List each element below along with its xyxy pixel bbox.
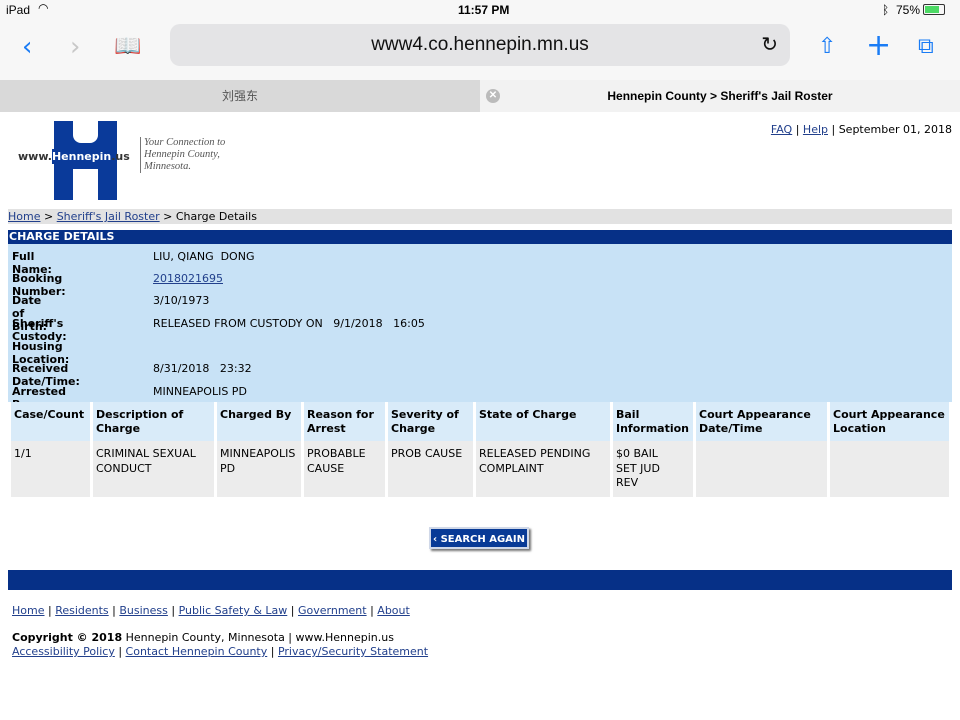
cell: PROBABLE CAUSE: [304, 441, 385, 497]
footer-link-residents[interactable]: Residents: [55, 604, 108, 617]
footer-policy-links: Accessibility Policy | Contact Hennepin …: [12, 645, 429, 658]
footer-bar: [8, 570, 952, 590]
col-header: Bail Information: [613, 402, 693, 441]
tab-inactive[interactable]: 刘强东: [0, 80, 480, 112]
breadcrumb: Home > Sheriff's Jail Roster > Charge De…: [8, 209, 952, 224]
cell: MINNEAPOLIS PD: [217, 441, 301, 497]
cell: RELEASED PENDING COMPLAINT: [476, 441, 610, 497]
cell: CRIMINAL SEXUAL CONDUCT: [93, 441, 214, 497]
current-date: September 01, 2018: [838, 123, 952, 136]
breadcrumb-home[interactable]: Home: [8, 210, 40, 223]
section-title: CHARGE DETAILS: [8, 230, 952, 244]
col-header: Description of Charge: [93, 402, 214, 441]
share-icon[interactable]: ⇧: [818, 34, 836, 59]
cell: [830, 441, 949, 497]
bookmarks-icon[interactable]: 📖: [114, 34, 141, 59]
footer-link-home[interactable]: Home: [12, 604, 44, 617]
breadcrumb-roster[interactable]: Sheriff's Jail Roster: [57, 210, 160, 223]
tabs-icon[interactable]: ⧉: [918, 34, 934, 59]
back-icon[interactable]: ‹: [22, 32, 32, 62]
tab-bar: 刘强东 ✕ Hennepin County > Sheriff's Jail R…: [0, 80, 960, 112]
inmate-details: Full Name: LIU, QIANG DONG Booking Number…: [8, 244, 952, 411]
tab-active[interactable]: ✕ Hennepin County > Sheriff's Jail Roste…: [480, 80, 960, 112]
copyright: Copyright © 2018 Hennepin County, Minnes…: [12, 631, 394, 644]
close-tab-icon[interactable]: ✕: [486, 89, 500, 103]
footer-nav: Home | Residents | Business | Public Saf…: [12, 604, 410, 617]
footer-link-about[interactable]: About: [377, 604, 410, 617]
battery-icon: [923, 4, 945, 15]
address-bar[interactable]: www4.co.hennepin.mn.us ↻: [170, 24, 790, 66]
tab-label: Hennepin County > Sheriff's Jail Roster: [607, 89, 833, 103]
table-header-row: Case/Count Description of Charge Charged…: [11, 402, 949, 441]
clock: 11:57 PM: [458, 3, 510, 17]
tab-label: 刘强东: [221, 89, 258, 103]
col-header: Case/Count: [11, 402, 90, 441]
footer-link-government[interactable]: Government: [298, 604, 367, 617]
accessibility-link[interactable]: Accessibility Policy: [12, 645, 115, 658]
url-text: www4.co.hennepin.mn.us: [371, 34, 589, 55]
logo-tagline: Your Connection to Hennepin County, Minn…: [140, 137, 240, 173]
browser-toolbar: ‹ › 📖 www4.co.hennepin.mn.us ↻ ⇧ + ⧉: [0, 20, 960, 80]
col-header: Reason for Arrest: [304, 402, 385, 441]
cell: 1/1: [11, 441, 90, 497]
top-links: FAQ | Help | September 01, 2018: [770, 123, 952, 136]
cell: [696, 441, 827, 497]
help-link[interactable]: Help: [803, 123, 828, 136]
cell: PROB CAUSE: [388, 441, 473, 497]
col-header: Court Appearance Location: [830, 402, 949, 441]
status-bar: iPad ◠ 11:57 PM ᛒ 75%: [0, 0, 960, 20]
col-header: Severity of Charge: [388, 402, 473, 441]
new-tab-icon[interactable]: +: [866, 28, 891, 63]
col-header: State of Charge: [476, 402, 610, 441]
footer: Home | Residents | Business | Public Saf…: [12, 604, 428, 658]
contact-link[interactable]: Contact Hennepin County: [126, 645, 268, 658]
hennepin-logo[interactable]: www.Hennepin.us Your Connection to Henne…: [18, 121, 248, 201]
bluetooth-icon: ᛒ: [882, 3, 890, 17]
col-header: Court Appearance Date/Time: [696, 402, 827, 441]
reload-icon[interactable]: ↻: [761, 24, 778, 66]
cell: $0 BAIL SET JUD REV: [613, 441, 693, 497]
col-header: Charged By: [217, 402, 301, 441]
battery-percent: 75%: [896, 3, 921, 17]
footer-link-business[interactable]: Business: [119, 604, 168, 617]
privacy-link[interactable]: Privacy/Security Statement: [278, 645, 428, 658]
breadcrumb-current: Charge Details: [175, 210, 257, 223]
wifi-icon: ◠: [38, 1, 49, 15]
forward-icon[interactable]: ›: [70, 32, 80, 62]
footer-link-public-safety[interactable]: Public Safety & Law: [179, 604, 288, 617]
device-label: iPad: [6, 3, 31, 17]
booking-number-link[interactable]: 2018021695: [153, 272, 223, 285]
search-again-button[interactable]: ‹ SEARCH AGAIN: [429, 527, 529, 549]
charges-table: Case/Count Description of Charge Charged…: [8, 402, 952, 497]
faq-link[interactable]: FAQ: [771, 123, 792, 136]
table-row: 1/1 CRIMINAL SEXUAL CONDUCT MINNEAPOLIS …: [11, 441, 949, 497]
